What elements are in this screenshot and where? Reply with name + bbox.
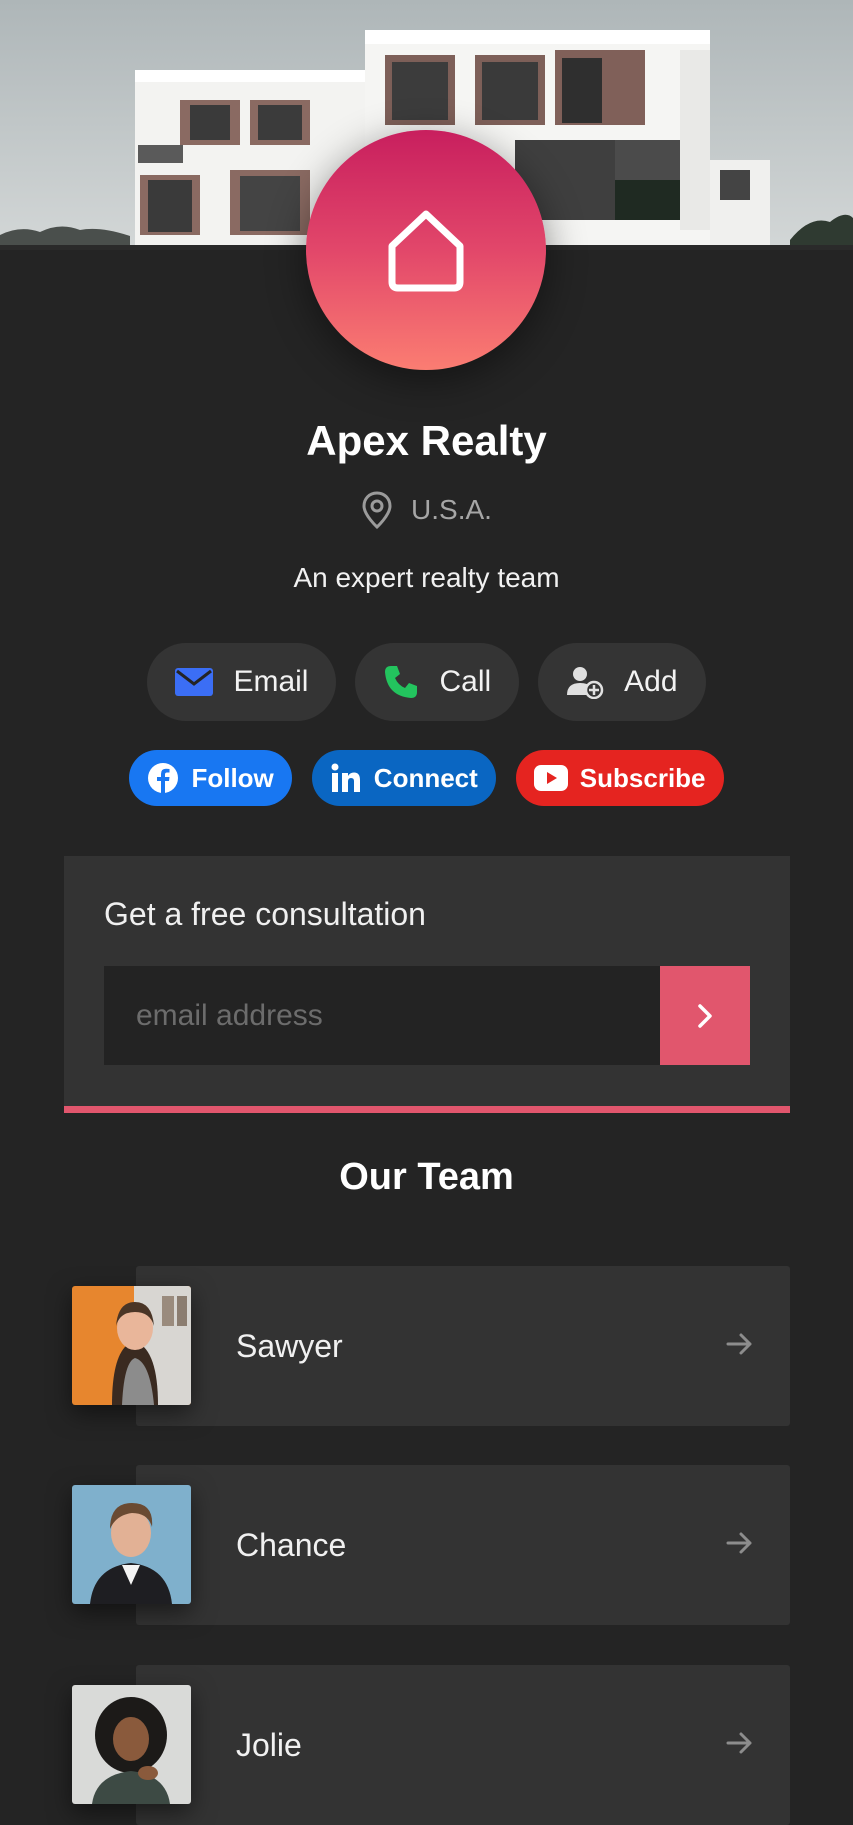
team-member-card[interactable]: Sawyer <box>136 1266 790 1426</box>
team-heading: Our Team <box>339 1156 514 1198</box>
phone-icon <box>385 666 418 698</box>
call-button-label: Call <box>439 665 492 698</box>
youtube-subscribe-label: Subscribe <box>579 762 706 793</box>
team-member-photo <box>72 1685 191 1804</box>
youtube-icon <box>533 765 568 791</box>
house-icon <box>388 210 464 292</box>
location-text: U.S.A. <box>411 494 492 525</box>
team-member: Chance <box>64 1465 790 1625</box>
email-input[interactable] <box>104 966 660 1065</box>
email-button-label: Email <box>233 665 309 698</box>
linkedin-connect-label: Connect <box>373 762 478 793</box>
team-member: Sawyer <box>64 1266 790 1426</box>
team-member-card[interactable]: Jolie <box>136 1665 790 1825</box>
submit-button[interactable] <box>660 966 750 1065</box>
facebook-follow-button[interactable]: Follow <box>129 750 292 806</box>
consultation-title: Get a free consultation <box>104 896 426 932</box>
member-portrait <box>72 1685 191 1804</box>
youtube-subscribe-button[interactable]: Subscribe <box>515 750 724 806</box>
team-member-photo <box>72 1286 191 1405</box>
facebook-icon <box>148 763 179 793</box>
team-member-name: Chance <box>236 1527 347 1563</box>
mail-icon <box>175 668 214 696</box>
location-pin-icon <box>362 491 392 530</box>
member-portrait <box>72 1485 191 1604</box>
arrow-right-icon <box>726 1732 752 1754</box>
linkedin-connect-button[interactable]: Connect <box>311 750 496 806</box>
team-member: Jolie <box>64 1665 790 1825</box>
email-button[interactable]: Email <box>147 643 337 721</box>
team-member-name: Jolie <box>236 1727 302 1763</box>
arrow-right-icon <box>726 1532 752 1554</box>
social-actions: Follow Connect Subscribe <box>0 750 853 806</box>
add-contact-icon <box>567 667 604 699</box>
member-portrait <box>72 1286 191 1405</box>
call-button[interactable]: Call <box>355 643 520 721</box>
chevron-right-icon <box>698 1003 712 1028</box>
company-logo <box>306 130 546 370</box>
consultation-card: Get a free consultation <box>64 856 790 1113</box>
arrow-right-icon <box>726 1333 752 1355</box>
linkedin-icon <box>331 763 360 792</box>
team-member-photo <box>72 1485 191 1604</box>
facebook-follow-label: Follow <box>191 762 274 793</box>
team-member-card[interactable]: Chance <box>136 1465 790 1625</box>
add-contact-button[interactable]: Add <box>538 643 706 721</box>
tagline: An expert realty team <box>293 562 560 593</box>
team-member-name: Sawyer <box>236 1328 343 1364</box>
add-contact-button-label: Add <box>624 665 678 698</box>
location: U.S.A. <box>0 490 853 530</box>
company-name: Apex Realty <box>306 417 547 464</box>
contact-actions: Email Call Add <box>0 643 853 721</box>
